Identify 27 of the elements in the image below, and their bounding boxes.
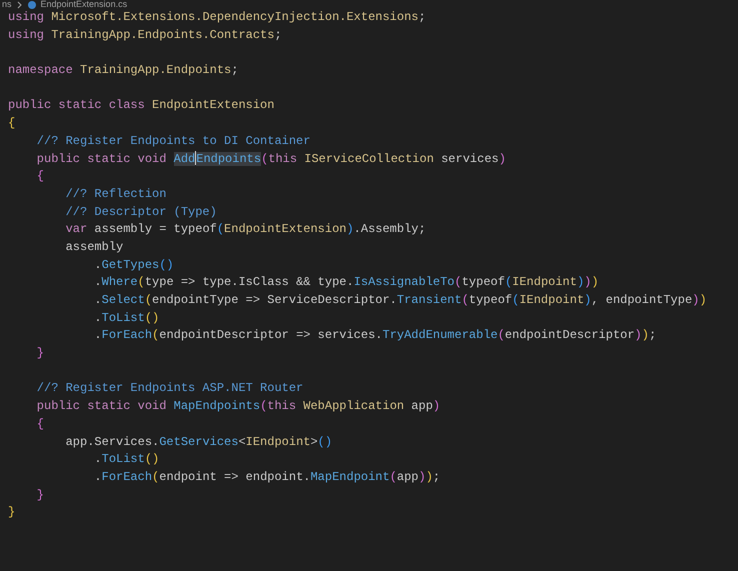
code-line: public static void MapEndpoints(this WebApplication app) [36,398,442,416]
code-line: { [8,115,16,132]
code-line: .ForEach(endpoint => endpoint.MapEndpoint(app)); [93,468,442,486]
code-line: .ToList() [93,310,160,327]
code-line: //? Register Endpoints to DI Container [36,132,312,150]
code-line: using TrainingApp.Endpoints.Contracts; [8,26,283,44]
file-icon [28,0,36,8]
code-line: //? Descriptor (Type) [64,204,218,221]
code-line: } [8,504,16,522]
code-line: { [36,168,46,186]
code-line: //? Reflection [64,186,168,203]
code-line: } [36,345,46,362]
code-line: { [36,416,46,433]
code-line: .Select(endpointType => ServiceDescriptor.Transient(typeof(IEndpoint), endpointType)) [93,292,708,309]
code-line: var assembly = typeof(EndpointExtension).Assembly; [64,221,427,238]
code-line: .ToList() [93,451,160,468]
code-line: assembly [64,238,124,256]
breadcrumb-folder[interactable]: ns [2,0,12,9]
chevron-icon [16,0,23,8]
code-line: } [36,486,46,504]
code-line: public static void Add Endpoints(this IServiceCollection services) [36,150,507,168]
code-line: .ForEach(endpointDescriptor => services.TryAddEnumerable(endpointDescriptor)); [93,327,658,344]
code-line: .GetTypes() [93,256,175,274]
code-line: app.Services.GetServices<IEndpoint>() [64,434,334,450]
code-line: .Where(type => type.IsClass && type.IsAssignableTo(typeof(IEndpoint))) [93,274,600,292]
code-line: using Microsoft.Extensions.DependencyInjection.Extensions; [8,9,427,26]
breadcrumb-file[interactable]: EndpointExtension.cs [40,0,128,9]
